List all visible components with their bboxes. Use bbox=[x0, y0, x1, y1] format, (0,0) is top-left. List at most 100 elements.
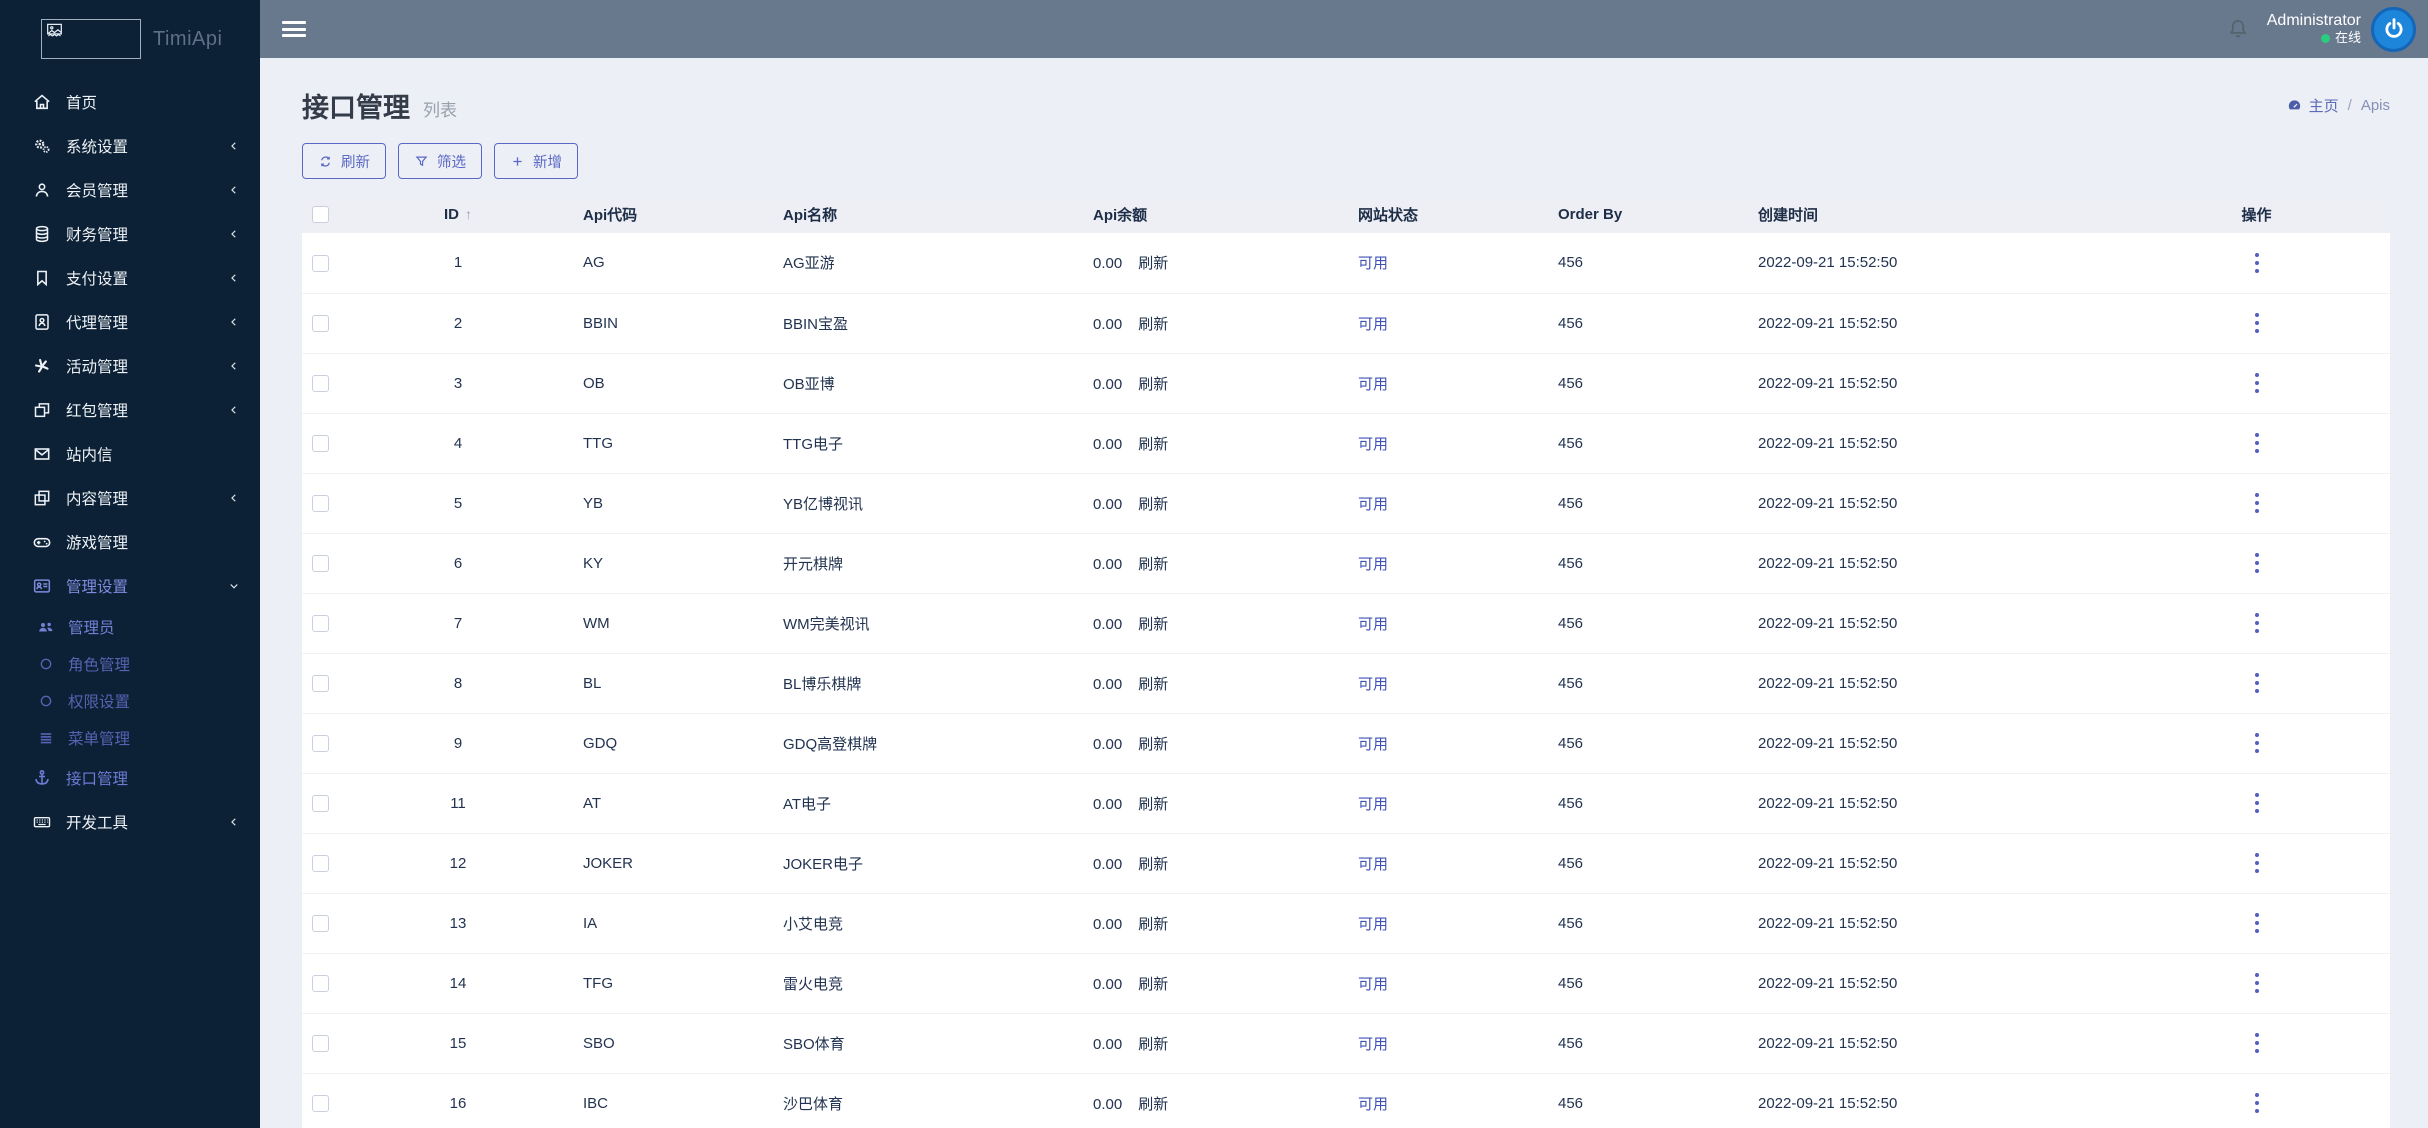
balance-refresh-link[interactable]: 刷新 bbox=[1138, 976, 1168, 993]
menu-toggle-button[interactable] bbox=[282, 18, 306, 41]
row-actions-kebab-button[interactable] bbox=[2246, 548, 2268, 578]
row-checkbox[interactable] bbox=[312, 314, 329, 332]
dashboard-gauge-icon bbox=[2286, 97, 2303, 114]
status-available-link[interactable]: 可用 bbox=[1358, 376, 1388, 393]
balance-refresh-link[interactable]: 刷新 bbox=[1138, 1036, 1168, 1053]
balance-refresh-link[interactable]: 刷新 bbox=[1138, 316, 1168, 333]
sidebar-item-red-packets[interactable]: 红包管理 bbox=[0, 388, 260, 432]
select-all-checkbox[interactable] bbox=[312, 205, 329, 223]
status-available-link[interactable]: 可用 bbox=[1358, 856, 1388, 873]
row-checkbox[interactable] bbox=[312, 854, 329, 872]
sidebar-item-admin-settings[interactable]: 管理设置 bbox=[0, 564, 260, 608]
row-actions-kebab-button[interactable] bbox=[2246, 248, 2268, 278]
sidebar-item-agents[interactable]: 代理管理 bbox=[0, 300, 260, 344]
status-available-link[interactable]: 可用 bbox=[1358, 316, 1388, 333]
balance-refresh-link[interactable]: 刷新 bbox=[1138, 796, 1168, 813]
sidebar-item-activities[interactable]: 活动管理 bbox=[0, 344, 260, 388]
row-actions-kebab-button[interactable] bbox=[2246, 1088, 2268, 1118]
status-available-link[interactable]: 可用 bbox=[1358, 1036, 1388, 1053]
row-checkbox[interactable] bbox=[312, 914, 329, 932]
row-checkbox[interactable] bbox=[312, 254, 329, 272]
row-actions-kebab-button[interactable] bbox=[2246, 908, 2268, 938]
status-available-link[interactable]: 可用 bbox=[1358, 436, 1388, 453]
sidebar-item-home[interactable]: 首页 bbox=[0, 80, 260, 124]
balance-refresh-link[interactable]: 刷新 bbox=[1138, 856, 1168, 873]
sidebar-item-payment-settings[interactable]: 支付设置 bbox=[0, 256, 260, 300]
balance-refresh-link[interactable]: 刷新 bbox=[1138, 376, 1168, 393]
balance-refresh-link[interactable]: 刷新 bbox=[1138, 255, 1168, 272]
row-actions-kebab-button[interactable] bbox=[2246, 368, 2268, 398]
user-avatar-power-button[interactable] bbox=[2371, 6, 2416, 52]
balance-refresh-link[interactable]: 刷新 bbox=[1138, 916, 1168, 933]
row-actions-kebab-button[interactable] bbox=[2246, 668, 2268, 698]
sidebar-item-site-messages[interactable]: 站内信 bbox=[0, 432, 260, 476]
sidebar-item-members[interactable]: 会员管理 bbox=[0, 168, 260, 212]
sidebar-item-system-settings[interactable]: 系统设置 bbox=[0, 124, 260, 168]
row-checkbox[interactable] bbox=[312, 554, 329, 572]
status-available-link[interactable]: 可用 bbox=[1358, 1096, 1388, 1113]
row-checkbox[interactable] bbox=[312, 1034, 329, 1052]
row-actions-kebab-button[interactable] bbox=[2246, 968, 2268, 998]
row-actions-kebab-button[interactable] bbox=[2246, 1028, 2268, 1058]
chevron-left-icon bbox=[228, 816, 240, 828]
row-actions-kebab-button[interactable] bbox=[2246, 488, 2268, 518]
row-actions-kebab-button[interactable] bbox=[2246, 608, 2268, 638]
cell-site-status: 可用 bbox=[1343, 233, 1543, 294]
cell-order-by: 456 bbox=[1543, 1073, 1743, 1128]
status-available-link[interactable]: 可用 bbox=[1358, 676, 1388, 693]
balance-refresh-link[interactable]: 刷新 bbox=[1138, 676, 1168, 693]
row-checkbox[interactable] bbox=[312, 1094, 329, 1112]
status-available-link[interactable]: 可用 bbox=[1358, 736, 1388, 753]
cell-api-balance: 0.00 刷新 bbox=[1078, 413, 1343, 474]
cell-site-status: 可用 bbox=[1343, 533, 1543, 594]
notifications-bell-icon[interactable] bbox=[2225, 16, 2251, 42]
row-checkbox[interactable] bbox=[312, 434, 329, 452]
row-checkbox[interactable] bbox=[312, 674, 329, 692]
row-checkbox[interactable] bbox=[312, 974, 329, 992]
add-button[interactable]: 新增 bbox=[494, 143, 578, 179]
column-header-site-status: 网站状态 bbox=[1343, 195, 1543, 233]
status-available-link[interactable]: 可用 bbox=[1358, 556, 1388, 573]
sidebar-item-administrators[interactable]: 管理员 bbox=[0, 608, 260, 645]
balance-refresh-link[interactable]: 刷新 bbox=[1138, 436, 1168, 453]
balance-refresh-link[interactable]: 刷新 bbox=[1138, 496, 1168, 513]
users-icon bbox=[36, 617, 56, 637]
balance-refresh-link[interactable]: 刷新 bbox=[1138, 1096, 1168, 1113]
sidebar-item-dev-tools[interactable]: 开发工具 bbox=[0, 800, 260, 844]
chevron-left-icon bbox=[228, 228, 240, 240]
sidebar-item-games[interactable]: 游戏管理 bbox=[0, 520, 260, 564]
balance-refresh-link[interactable]: 刷新 bbox=[1138, 616, 1168, 633]
balance-refresh-link[interactable]: 刷新 bbox=[1138, 736, 1168, 753]
row-checkbox[interactable] bbox=[312, 374, 329, 392]
status-available-link[interactable]: 可用 bbox=[1358, 496, 1388, 513]
sidebar-item-permissions[interactable]: 权限设置 bbox=[0, 682, 260, 719]
breadcrumb-home-link[interactable]: 主页 bbox=[2309, 95, 2339, 116]
status-available-link[interactable]: 可用 bbox=[1358, 976, 1388, 993]
row-checkbox[interactable] bbox=[312, 734, 329, 752]
status-available-link[interactable]: 可用 bbox=[1358, 255, 1388, 272]
row-checkbox[interactable] bbox=[312, 614, 329, 632]
row-checkbox[interactable] bbox=[312, 794, 329, 812]
status-available-link[interactable]: 可用 bbox=[1358, 616, 1388, 633]
chevron-left-icon bbox=[228, 404, 240, 416]
row-actions-kebab-button[interactable] bbox=[2246, 428, 2268, 458]
status-available-link[interactable]: 可用 bbox=[1358, 916, 1388, 933]
filter-button[interactable]: 筛选 bbox=[398, 143, 482, 179]
row-checkbox[interactable] bbox=[312, 494, 329, 512]
row-actions-kebab-button[interactable] bbox=[2246, 728, 2268, 758]
balance-refresh-link[interactable]: 刷新 bbox=[1138, 556, 1168, 573]
sidebar-item-menus[interactable]: 菜单管理 bbox=[0, 719, 260, 756]
cell-api-balance: 0.00 刷新 bbox=[1078, 293, 1343, 354]
sidebar-item-finance[interactable]: 财务管理 bbox=[0, 212, 260, 256]
sidebar-item-api-management[interactable]: 接口管理 bbox=[0, 756, 260, 800]
cell-api-code: OB bbox=[568, 353, 768, 414]
sidebar-item-content[interactable]: 内容管理 bbox=[0, 476, 260, 520]
row-actions-kebab-button[interactable] bbox=[2246, 848, 2268, 878]
sidebar-item-roles[interactable]: 角色管理 bbox=[0, 645, 260, 682]
refresh-button[interactable]: 刷新 bbox=[302, 143, 386, 179]
table-row: 13 IA 小艾电竞 0.00 刷新 可用 456 2022-09-21 15:5… bbox=[302, 893, 2390, 954]
status-available-link[interactable]: 可用 bbox=[1358, 796, 1388, 813]
row-actions-kebab-button[interactable] bbox=[2246, 788, 2268, 818]
row-actions-kebab-button[interactable] bbox=[2246, 308, 2268, 338]
column-header-id[interactable]: ID ↑ bbox=[348, 195, 568, 233]
